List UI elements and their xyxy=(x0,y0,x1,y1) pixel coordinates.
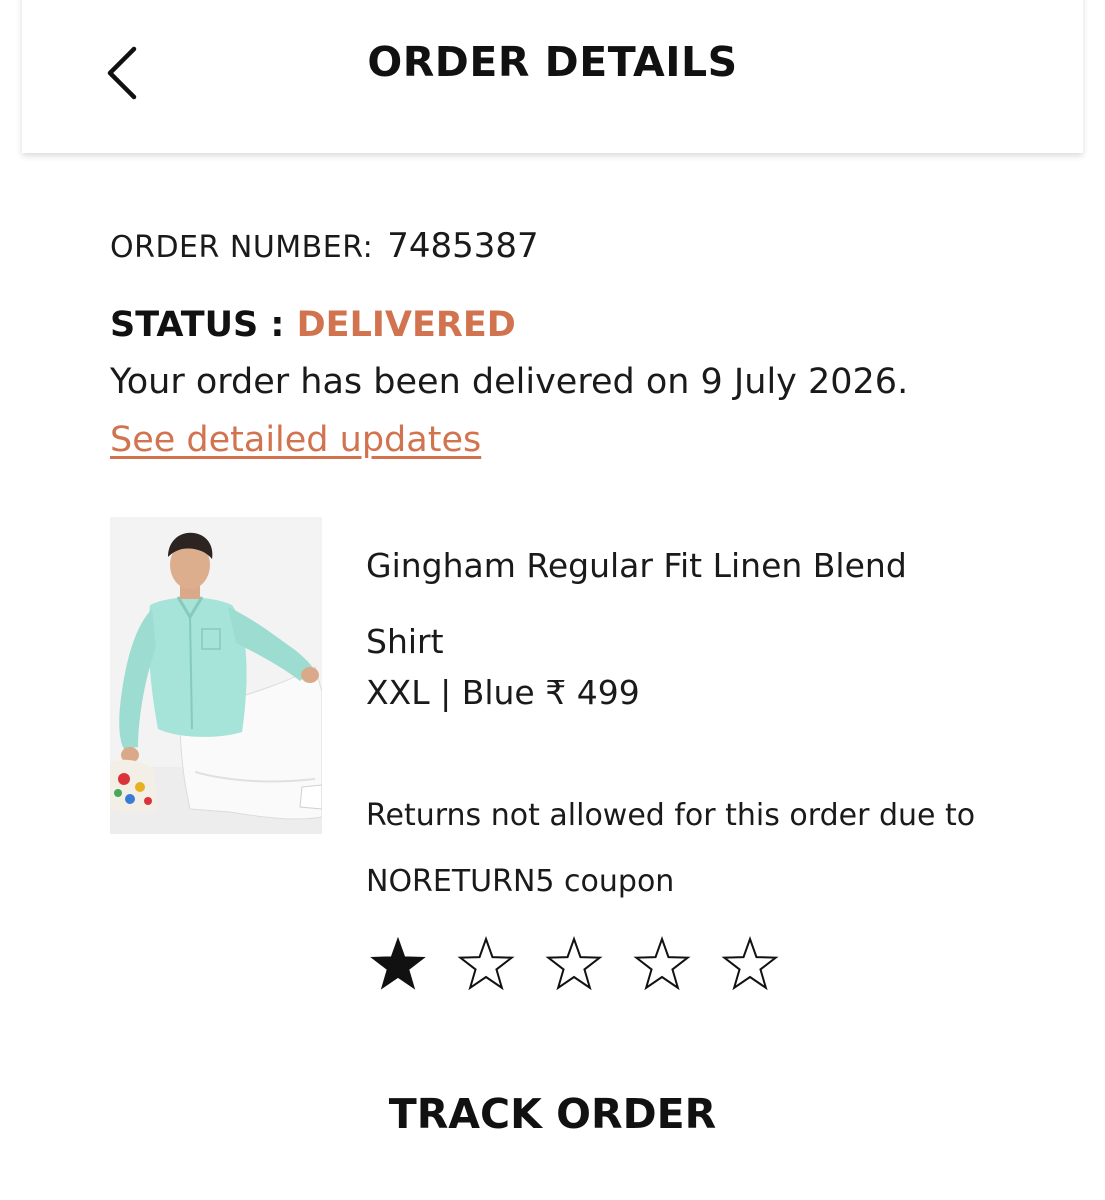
status-value: DELIVERED xyxy=(296,305,516,345)
status-row: STATUS : DELIVERED xyxy=(110,305,516,345)
track-order-button[interactable]: TRACK ORDER xyxy=(0,1090,1105,1138)
star-outline-icon[interactable] xyxy=(454,932,518,996)
header-bar: ORDER DETAILS xyxy=(22,0,1083,153)
detailed-updates-link[interactable]: See detailed updates xyxy=(110,420,481,460)
order-number-label: ORDER NUMBER: xyxy=(110,230,374,265)
page-title: ORDER DETAILS xyxy=(367,38,738,86)
star-filled-icon[interactable] xyxy=(366,932,430,996)
star-rating xyxy=(366,932,782,996)
returns-note: Returns not allowed for this order due t… xyxy=(366,798,976,899)
product-image[interactable] xyxy=(110,517,322,834)
order-number-value: 7485387 xyxy=(387,226,539,266)
star-outline-icon[interactable] xyxy=(630,932,694,996)
product-name[interactable]: Gingham Regular Fit Linen Blend Shirt xyxy=(366,528,966,680)
order-number-row: ORDER NUMBER: 7485387 xyxy=(110,226,539,266)
status-label: STATUS : xyxy=(110,305,285,345)
star-outline-icon[interactable] xyxy=(718,932,782,996)
product-photo xyxy=(110,517,322,834)
status-message: Your order has been delivered on 9 July … xyxy=(110,362,909,402)
star-outline-icon[interactable] xyxy=(542,932,606,996)
product-size-color-price: XXL | Blue ₹ 499 xyxy=(366,673,640,712)
